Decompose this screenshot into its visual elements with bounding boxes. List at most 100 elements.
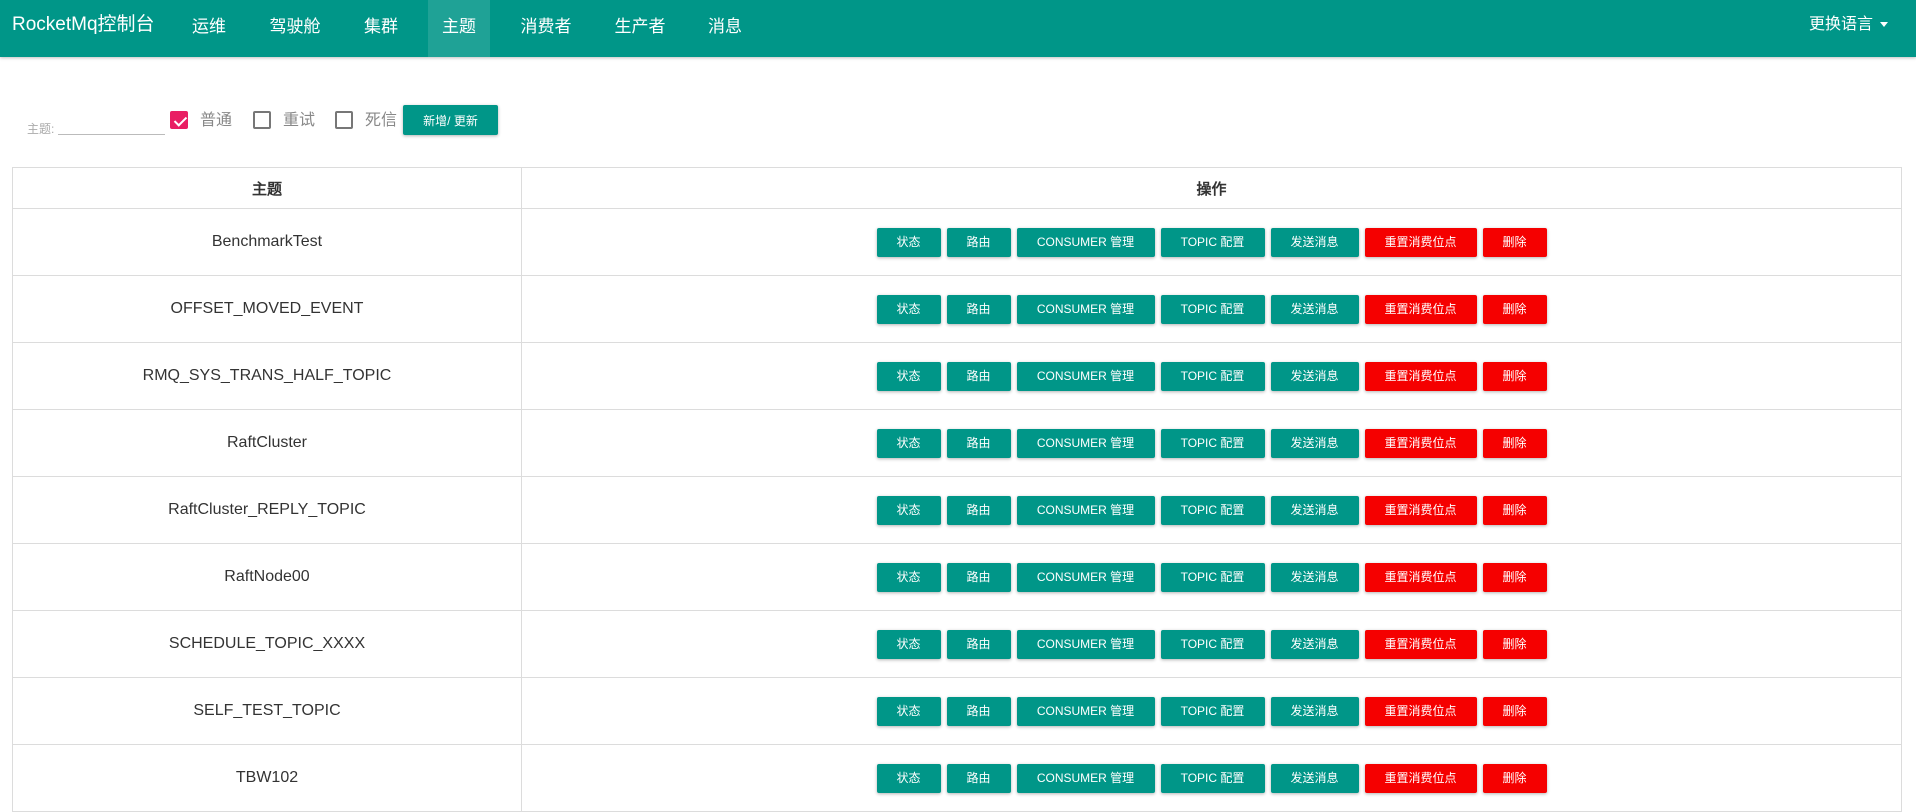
send-message-button[interactable]: 发送消息 — [1270, 696, 1359, 726]
table-row: RaftCluster 状态 路由 CONSUMER 管理 TOPIC 配置 发送消息 重置… — [12, 409, 1902, 477]
topic-name-cell: RaftCluster — [12, 409, 522, 477]
topic-config-button[interactable]: TOPIC 配置 — [1160, 562, 1265, 592]
language-dropdown[interactable]: 更换语言 — [1809, 0, 1888, 50]
status-button[interactable]: 状态 — [876, 227, 941, 257]
topic-config-button[interactable]: TOPIC 配置 — [1160, 428, 1265, 458]
operations-cell: 状态 路由 CONSUMER 管理 TOPIC 配置 发送消息 重置消费位点 删除 — [521, 208, 1902, 276]
reset-offset-button[interactable]: 重置消费位点 — [1364, 294, 1477, 324]
caret-down-icon — [1880, 22, 1888, 28]
table-row: TBW102 状态 路由 CONSUMER 管理 TOPIC 配置 发送消息 重置消费位点删… — [12, 744, 1902, 812]
send-message-button[interactable]: 发送消息 — [1270, 763, 1359, 793]
reset-offset-button[interactable]: 重置消费位点 — [1364, 495, 1477, 525]
route-button[interactable]: 路由 — [946, 629, 1011, 659]
app-brand[interactable]: RocketMq控制台 — [12, 0, 155, 50]
reset-offset-button[interactable]: 重置消费位点 — [1364, 696, 1477, 726]
route-button[interactable]: 路由 — [946, 562, 1011, 592]
delete-button[interactable]: 删除 — [1482, 629, 1547, 659]
delete-button[interactable]: 删除 — [1482, 361, 1547, 391]
reset-offset-button[interactable]: 重置消费位点 — [1364, 763, 1477, 793]
topic-config-button[interactable]: TOPIC 配置 — [1160, 227, 1265, 257]
nav-consumer[interactable]: 消费者 — [506, 0, 586, 57]
checkbox-retry-label: 重试 — [283, 112, 316, 129]
table-row: RaftNode00 状态 路由 CONSUMER 管理 TOPIC 配置 发送消息 重置消… — [12, 543, 1902, 611]
status-button[interactable]: 状态 — [876, 696, 941, 726]
consumer-manage-button[interactable]: CONSUMER 管理 — [1016, 294, 1155, 324]
nav-ops[interactable]: 运维 — [178, 0, 240, 57]
operation-buttons: 状态 路由 CONSUMER 管理 TOPIC 配置 发送消息 重置消费位点 删除 — [876, 294, 1547, 324]
route-button[interactable]: 路由 — [946, 361, 1011, 391]
status-button[interactable]: 状态 — [876, 763, 941, 793]
send-message-button[interactable]: 发送消息 — [1270, 562, 1359, 592]
consumer-manage-button[interactable]: CONSUMER 管理 — [1016, 696, 1155, 726]
send-message-button[interactable]: 发送消息 — [1270, 428, 1359, 458]
topic-config-button[interactable]: TOPIC 配置 — [1160, 696, 1265, 726]
table-row: RMQ_SYS_TRANS_HALF_TOPIC 状态 路由 CONSUMER 管理 T… — [12, 342, 1902, 410]
route-button[interactable]: 路由 — [946, 696, 1011, 726]
route-button[interactable]: 路由 — [946, 495, 1011, 525]
add-update-button[interactable]: 新增/ 更新 — [403, 105, 498, 135]
consumer-manage-button[interactable]: CONSUMER 管理 — [1016, 227, 1155, 257]
status-button[interactable]: 状态 — [876, 495, 941, 525]
topic-name-cell: BenchmarkTest — [12, 208, 522, 276]
route-button[interactable]: 路由 — [946, 428, 1011, 458]
consumer-manage-button[interactable]: CONSUMER 管理 — [1016, 428, 1155, 458]
send-message-button[interactable]: 发送消息 — [1270, 294, 1359, 324]
delete-button[interactable]: 删除 — [1482, 562, 1547, 592]
delete-button[interactable]: 删除 — [1482, 495, 1547, 525]
status-button[interactable]: 状态 — [876, 562, 941, 592]
status-button[interactable]: 状态 — [876, 629, 941, 659]
topic-config-button[interactable]: TOPIC 配置 — [1160, 629, 1265, 659]
reset-offset-button[interactable]: 重置消费位点 — [1364, 562, 1477, 592]
operations-cell: 状态 路由 CONSUMER 管理 TOPIC 配置 发送消息 重置消费位点 删除 — [521, 543, 1902, 611]
nav-message[interactable]: 消息 — [694, 0, 756, 57]
topic-table-body: BenchmarkTest 状态 路由 CONSUMER 管理 TOPIC 配置 发送消息… — [12, 208, 1902, 812]
topic-config-button[interactable]: TOPIC 配置 — [1160, 495, 1265, 525]
operation-buttons: 状态 路由 CONSUMER 管理 TOPIC 配置 发送消息 重置消费位点 删除 — [876, 763, 1547, 793]
consumer-manage-button[interactable]: CONSUMER 管理 — [1016, 562, 1155, 592]
operation-buttons: 状态 路由 CONSUMER 管理 TOPIC 配置 发送消息 重置消费位点 删除 — [876, 361, 1547, 391]
send-message-button[interactable]: 发送消息 — [1270, 227, 1359, 257]
reset-offset-button[interactable]: 重置消费位点 — [1364, 227, 1477, 257]
checkbox-normal-label: 普通 — [200, 112, 233, 129]
status-button[interactable]: 状态 — [876, 361, 941, 391]
topic-filter-input[interactable] — [58, 114, 165, 135]
checkbox-unchecked-icon — [253, 111, 271, 129]
operations-cell: 状态 路由 CONSUMER 管理 TOPIC 配置 发送消息 重置消费位点 删除 — [521, 342, 1902, 410]
delete-button[interactable]: 删除 — [1482, 428, 1547, 458]
operations-cell: 状态 路由 CONSUMER 管理 TOPIC 配置 发送消息 重置消费位点 删除 — [521, 275, 1902, 343]
send-message-button[interactable]: 发送消息 — [1270, 361, 1359, 391]
status-button[interactable]: 状态 — [876, 428, 941, 458]
topic-filter-label: 主题: — [27, 122, 55, 136]
topic-config-button[interactable]: TOPIC 配置 — [1160, 361, 1265, 391]
nav-cluster[interactable]: 集群 — [350, 0, 412, 57]
topic-table: 主题 操作 BenchmarkTest 状态 路由 CONSUMER 管理 TOPIC … — [12, 167, 1902, 812]
nav-topic[interactable]: 主题 — [428, 0, 490, 57]
consumer-manage-button[interactable]: CONSUMER 管理 — [1016, 361, 1155, 391]
reset-offset-button[interactable]: 重置消费位点 — [1364, 428, 1477, 458]
delete-button[interactable]: 删除 — [1482, 763, 1547, 793]
reset-offset-button[interactable]: 重置消费位点 — [1364, 361, 1477, 391]
operations-cell: 状态 路由 CONSUMER 管理 TOPIC 配置 发送消息 重置消费位点 删除 — [521, 476, 1902, 544]
route-button[interactable]: 路由 — [946, 294, 1011, 324]
route-button[interactable]: 路由 — [946, 763, 1011, 793]
topic-name-cell: RaftNode00 — [12, 543, 522, 611]
route-button[interactable]: 路由 — [946, 227, 1011, 257]
topic-config-button[interactable]: TOPIC 配置 — [1160, 763, 1265, 793]
table-row: SCHEDULE_TOPIC_XXXX 状态 路由 CONSUMER 管理 TOPIC … — [12, 610, 1902, 678]
consumer-manage-button[interactable]: CONSUMER 管理 — [1016, 495, 1155, 525]
checkbox-checked-icon — [170, 111, 188, 129]
send-message-button[interactable]: 发送消息 — [1270, 629, 1359, 659]
reset-offset-button[interactable]: 重置消费位点 — [1364, 629, 1477, 659]
delete-button[interactable]: 删除 — [1482, 696, 1547, 726]
consumer-manage-button[interactable]: CONSUMER 管理 — [1016, 763, 1155, 793]
delete-button[interactable]: 删除 — [1482, 294, 1547, 324]
consumer-manage-button[interactable]: CONSUMER 管理 — [1016, 629, 1155, 659]
send-message-button[interactable]: 发送消息 — [1270, 495, 1359, 525]
topic-config-button[interactable]: TOPIC 配置 — [1160, 294, 1265, 324]
topic-name-cell: RaftCluster_REPLY_TOPIC — [12, 476, 522, 544]
table-row: SELF_TEST_TOPIC 状态 路由 CONSUMER 管理 TOPIC 配置 发送… — [12, 677, 1902, 745]
nav-producer[interactable]: 生产者 — [600, 0, 680, 57]
nav-dashboard[interactable]: 驾驶舱 — [254, 0, 336, 57]
status-button[interactable]: 状态 — [876, 294, 941, 324]
delete-button[interactable]: 删除 — [1482, 227, 1547, 257]
